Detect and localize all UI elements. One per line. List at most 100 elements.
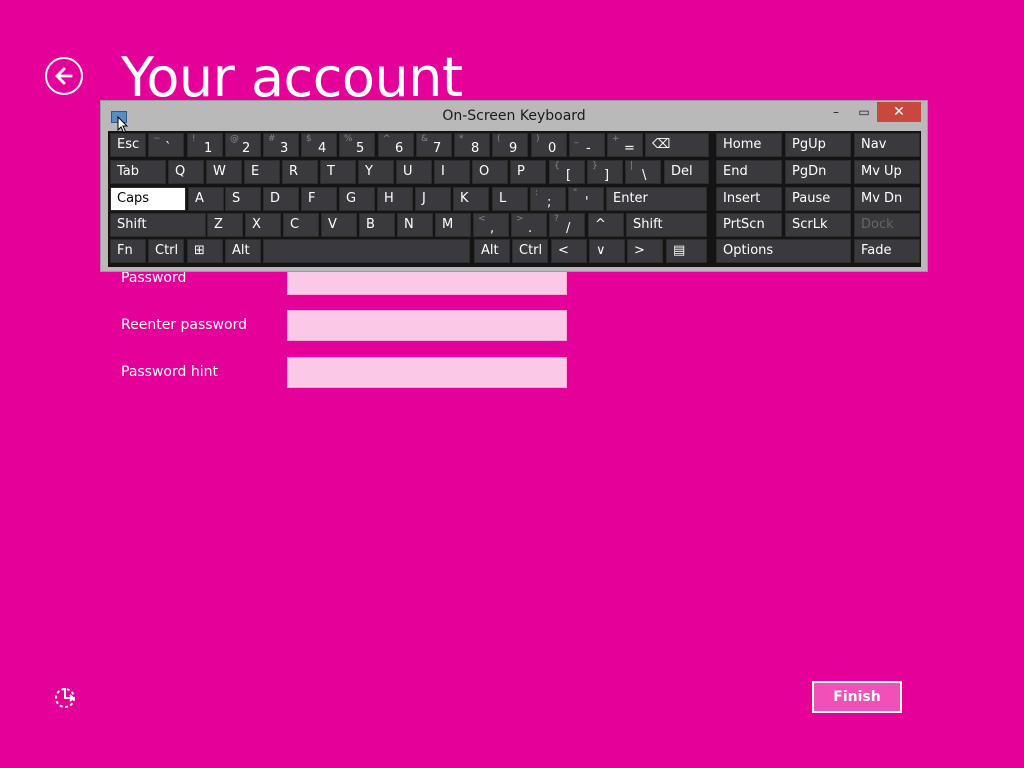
key-left-bracket[interactable]: {[	[549, 160, 585, 184]
key-alt[interactable]: Alt	[225, 239, 261, 263]
key-dock[interactable]: Dock	[854, 213, 920, 237]
key-shift[interactable]: Shift	[110, 213, 206, 237]
key-y[interactable]: Y	[358, 160, 394, 184]
key-main-label: `	[165, 141, 172, 156]
key-9[interactable]: (9	[492, 133, 528, 157]
key-slash[interactable]: ? /	[549, 213, 585, 237]
window-title: On-Screen Keyboard	[442, 108, 586, 124]
key-x[interactable]: X	[245, 213, 281, 237]
key-e[interactable]: E	[244, 160, 280, 184]
key-del[interactable]: Del	[664, 160, 709, 184]
back-arrow-icon	[55, 67, 73, 85]
key-p[interactable]: P	[510, 160, 546, 184]
back-button[interactable]	[45, 57, 83, 95]
key-shift-label: :	[535, 188, 539, 198]
key-ctrl[interactable]: Ctrl	[512, 239, 548, 263]
key-enter[interactable]: Enter	[606, 187, 707, 211]
key-apostrophe[interactable]: " '	[568, 187, 604, 211]
key-v[interactable]: V	[321, 213, 357, 237]
key-shift-label: %	[344, 134, 353, 144]
key-backspace[interactable]: ⌫	[645, 133, 709, 157]
key-2[interactable]: @2	[225, 133, 261, 157]
key-h[interactable]: H	[377, 187, 413, 211]
key-prtscn[interactable]: PrtScn	[716, 213, 782, 237]
key-mv-dn[interactable]: Mv Dn	[854, 187, 920, 211]
password-hint-input[interactable]	[287, 357, 567, 388]
key-end[interactable]: End	[716, 160, 782, 184]
key-tab[interactable]: Tab	[110, 160, 166, 184]
key-up-arrow[interactable]: ^	[588, 213, 624, 237]
key-insert[interactable]: Insert	[716, 187, 782, 211]
key-esc[interactable]: Esc	[110, 133, 146, 157]
key-right-arrow[interactable]: >	[627, 239, 663, 263]
key-c[interactable]: C	[283, 213, 319, 237]
key-main-label: 4	[318, 141, 327, 156]
key-ctrl[interactable]: Ctrl	[148, 239, 184, 263]
ease-of-access-icon[interactable]	[52, 684, 80, 712]
key-r[interactable]: R	[282, 160, 318, 184]
minimize-button[interactable]: –	[823, 102, 849, 122]
key-minus[interactable]: _ -	[569, 133, 605, 157]
key-caps[interactable]: Caps	[110, 187, 186, 211]
key-pgup[interactable]: PgUp	[785, 133, 851, 157]
key-comma[interactable]: <,	[473, 213, 509, 237]
key-mv-up[interactable]: Mv Up	[854, 160, 920, 184]
key-fn[interactable]: Fn	[110, 239, 146, 263]
key-0[interactable]: ) 0	[531, 133, 567, 157]
key-alt[interactable]: Alt	[474, 239, 510, 263]
key-backtick[interactable]: ~ `	[148, 133, 184, 157]
key-semicolon[interactable]: :;	[530, 187, 566, 211]
key-3[interactable]: #3	[263, 133, 299, 157]
key-n[interactable]: N	[397, 213, 433, 237]
key-i[interactable]: I	[434, 160, 470, 184]
key-space[interactable]	[263, 239, 470, 263]
key-6[interactable]: ^ 6	[378, 133, 414, 157]
key-4[interactable]: $4	[301, 133, 337, 157]
key-8[interactable]: * 8	[454, 133, 490, 157]
key-m[interactable]: M	[435, 213, 471, 237]
key-b[interactable]: B	[359, 213, 395, 237]
key-k[interactable]: K	[453, 187, 489, 211]
key-d[interactable]: D	[263, 187, 299, 211]
key-period[interactable]: >.	[511, 213, 547, 237]
key-q[interactable]: Q	[168, 160, 204, 184]
key-equals[interactable]: + =	[607, 133, 643, 157]
key-scrlk[interactable]: ScrLk	[785, 213, 851, 237]
key-label: O	[479, 164, 490, 179]
key-options[interactable]: Options	[716, 239, 851, 263]
reenter-password-input[interactable]	[287, 310, 567, 341]
key-menu[interactable]: ▤	[666, 239, 707, 263]
key-pgdn[interactable]: PgDn	[785, 160, 851, 184]
key-windows[interactable]: ⊞	[187, 239, 223, 263]
key-w[interactable]: W	[206, 160, 242, 184]
close-button[interactable]: ✕	[877, 102, 921, 122]
key-a[interactable]: A	[188, 187, 224, 211]
key-g[interactable]: G	[339, 187, 375, 211]
key-o[interactable]: O	[472, 160, 508, 184]
key-left-arrow[interactable]: <	[551, 239, 587, 263]
finish-button[interactable]: Finish	[812, 681, 902, 713]
key-down-arrow[interactable]: ∨	[589, 239, 625, 263]
key-s[interactable]: S	[225, 187, 261, 211]
key-u[interactable]: U	[396, 160, 432, 184]
key-5[interactable]: % 5	[339, 133, 375, 157]
key-home[interactable]: Home	[716, 133, 782, 157]
key-main-label: 1	[204, 141, 213, 156]
key-label: W	[213, 164, 226, 179]
key-7[interactable]: & 7	[416, 133, 452, 157]
key-z[interactable]: Z	[207, 213, 243, 237]
key-j[interactable]: J	[415, 187, 451, 211]
key-l[interactable]: L	[492, 187, 528, 211]
key-t[interactable]: T	[320, 160, 356, 184]
key-backslash[interactable]: | \	[625, 160, 661, 184]
key-pause[interactable]: Pause	[785, 187, 851, 211]
key-f[interactable]: F	[301, 187, 337, 211]
key-fade[interactable]: Fade	[854, 239, 920, 263]
on-screen-keyboard-window[interactable]: On-Screen Keyboard – ▭ ✕ Esc ~ `! 1 @2 #3 $4% 5…	[100, 100, 928, 272]
key-right-bracket[interactable]: }]	[587, 160, 623, 184]
key-label: Y	[365, 164, 373, 179]
maximize-button[interactable]: ▭	[851, 102, 877, 122]
key-shift[interactable]: Shift	[626, 213, 707, 237]
key-nav[interactable]: Nav	[854, 133, 920, 157]
key-1[interactable]: ! 1	[187, 133, 223, 157]
